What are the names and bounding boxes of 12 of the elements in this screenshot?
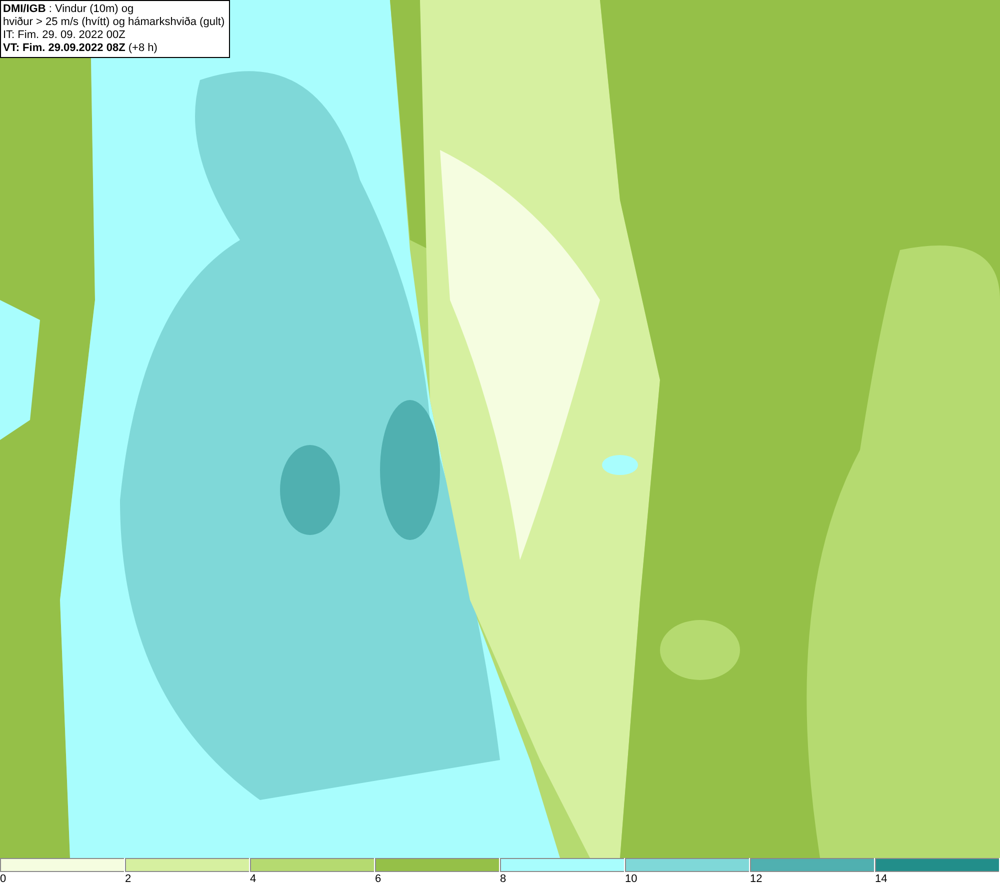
legend-label: 4: [250, 872, 256, 886]
legend-label: 10: [625, 872, 638, 886]
info-text: IT: Fim. 29. 09. 2022 00Z: [3, 29, 126, 42]
info-text: hviður > 25 m/s (hvítt) og hámarkshviða (gult): [3, 16, 225, 29]
info-text: DMI/IGB : Vindur (10m) og: [3, 3, 134, 16]
legend-label: 12: [750, 872, 762, 886]
legend-label: 2: [125, 872, 132, 886]
legend-label: 8: [500, 872, 506, 886]
legend-label: 0: [0, 872, 6, 886]
info-text: VT: Fim. 29.09.2022 08Z (+8 h): [3, 42, 158, 55]
legend-label: 14: [875, 872, 888, 886]
legend-label: 6: [375, 872, 382, 886]
